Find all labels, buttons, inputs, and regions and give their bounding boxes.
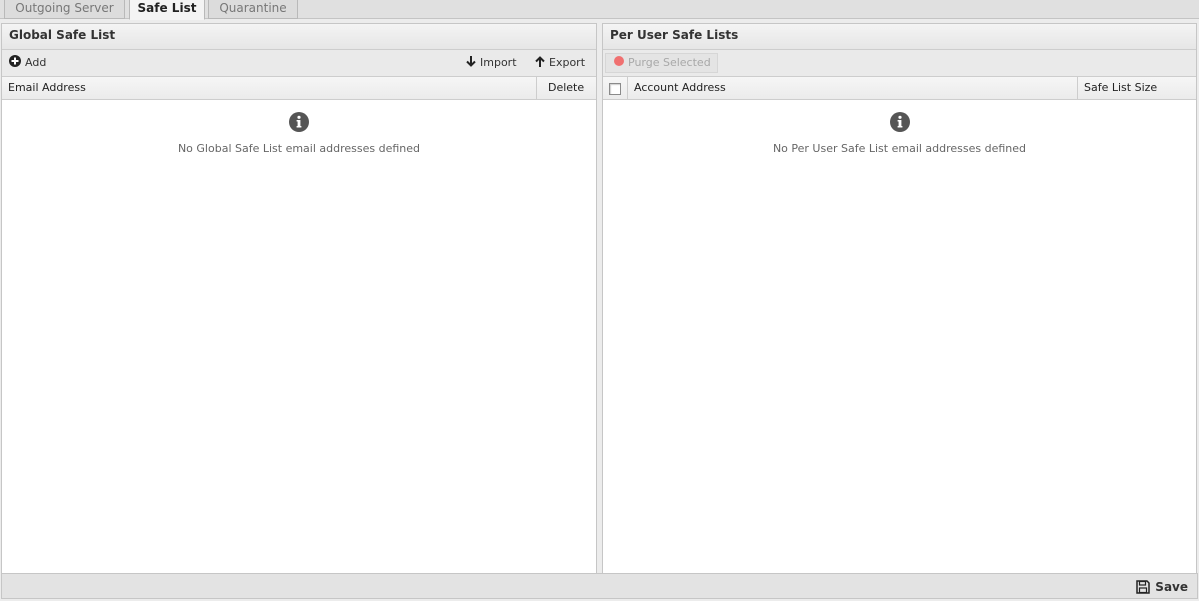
app-window: Outgoing Server Safe List Quarantine Glo… <box>0 0 1199 601</box>
export-label: Export <box>549 56 586 69</box>
info-icon <box>603 112 1196 135</box>
column-account-address[interactable]: Account Address <box>627 77 1077 99</box>
per-user-safe-lists-panel: Per User Safe Lists Purge Selected Accou… <box>602 23 1197 574</box>
import-button[interactable]: Import <box>466 54 517 72</box>
tab-bar: Outgoing Server Safe List Quarantine <box>0 0 1199 20</box>
column-delete[interactable]: Delete <box>536 77 596 99</box>
footer-bar: Save <box>1 573 1198 599</box>
global-column-header: Email Address Delete <box>2 77 596 100</box>
column-safe-list-size[interactable]: Safe List Size <box>1077 77 1196 99</box>
red-dot-icon <box>614 54 624 72</box>
global-empty-state: No Global Safe List email addresses defi… <box>2 112 596 155</box>
tab-outgoing-server[interactable]: Outgoing Server <box>4 0 125 19</box>
user-toolbar: Purge Selected <box>603 50 1196 77</box>
info-icon <box>2 112 596 135</box>
plus-circle-icon <box>9 54 21 72</box>
panel-title: Global Safe List <box>2 24 596 50</box>
column-email-address[interactable]: Email Address <box>2 77 536 99</box>
tab-safe-list[interactable]: Safe List <box>129 0 205 20</box>
select-all-cell <box>603 77 627 99</box>
arrow-up-icon <box>535 55 545 72</box>
tab-quarantine[interactable]: Quarantine <box>208 0 298 19</box>
global-safe-list-panel: Global Safe List Add Import Export Email… <box>1 23 597 574</box>
panel-title: Per User Safe Lists <box>603 24 1196 50</box>
purge-selected-button[interactable]: Purge Selected <box>605 53 718 73</box>
empty-message: No Global Safe List email addresses defi… <box>177 142 421 155</box>
save-button[interactable]: Save <box>1136 579 1188 595</box>
export-button[interactable]: Export <box>535 54 585 72</box>
global-toolbar: Add Import Export <box>2 50 596 77</box>
add-label: Add <box>25 56 47 69</box>
user-empty-state: No Per User Safe List email addresses de… <box>603 112 1196 155</box>
user-column-header: Account Address Safe List Size <box>603 77 1196 100</box>
floppy-disk-icon <box>1136 580 1151 598</box>
import-label: Import <box>480 56 517 69</box>
select-all-checkbox[interactable] <box>609 83 621 95</box>
purge-label: Purge Selected <box>628 56 711 69</box>
save-label: Save <box>1155 580 1188 594</box>
empty-message: No Per User Safe List email addresses de… <box>772 142 1027 155</box>
add-button[interactable]: Add <box>9 54 46 72</box>
arrow-down-icon <box>466 55 476 72</box>
